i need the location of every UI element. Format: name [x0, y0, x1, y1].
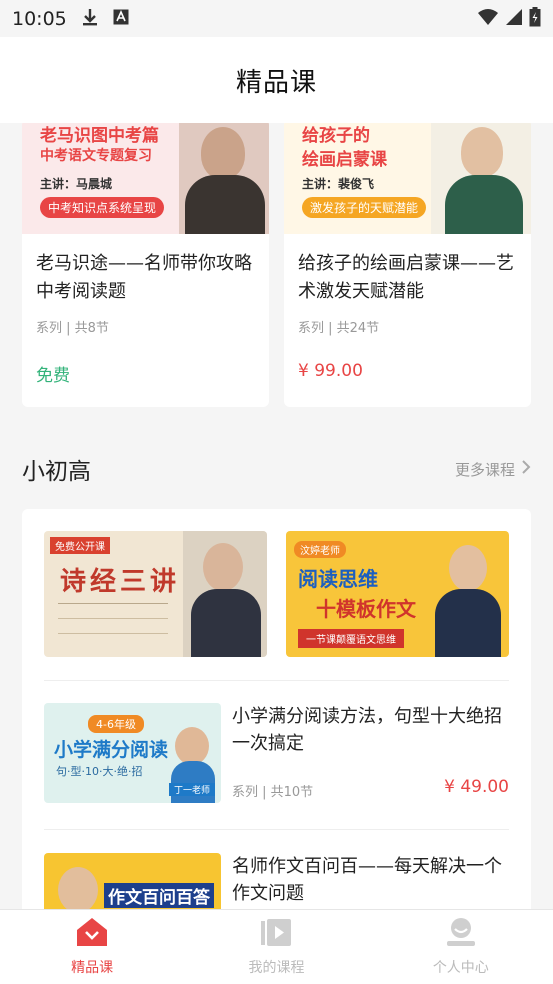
- banner-tagline: 激发孩子的天赋潜能: [302, 197, 427, 218]
- tab-label: 精品课: [71, 960, 114, 976]
- wifi-icon: [477, 8, 499, 30]
- tab-label: 个人中心: [432, 960, 489, 976]
- course-row-reading[interactable]: 4-6年级 小学满分阅读 句·型·10·大·绝·招 丁一老师 小学满分阅读方法，…: [44, 703, 509, 813]
- course-title: 老马识途——名师带你攻略中考阅读题: [36, 253, 252, 302]
- course-title: 给孩子的绘画启蒙课——艺术激发天赋潜能: [298, 253, 514, 302]
- banner-headline: 给孩子的: [302, 126, 370, 146]
- section-header: 小初高 更多课程: [22, 451, 531, 487]
- course-row-composition[interactable]: 作文百问百答 名师作文百问百——每天解决一个作文问题: [44, 853, 509, 909]
- course-meta: 系列 | 共8节: [36, 321, 109, 336]
- course-price: 免费: [36, 366, 70, 386]
- page-title: 精品课: [235, 67, 317, 98]
- course-thumb: 4-6年级 小学满分阅读 句·型·10·大·绝·招 丁一老师: [44, 703, 221, 803]
- content-scroll[interactable]: 老马识图中考篇 中考语文专题复习 主讲：马晨城 中考知识点系统呈现 老马识途——…: [0, 123, 553, 909]
- banner-headline: 老马识图中考篇: [40, 126, 159, 146]
- course-title: 小学满分阅读方法，句型十大绝招一次搞定: [232, 706, 502, 754]
- download-icon: [81, 7, 99, 31]
- course-banner-painting: 给孩子的 绘画启蒙课 主讲：裴俊飞 激发孩子的天赋潜能: [284, 123, 531, 234]
- thumb-subheadline: 句·型·10·大·绝·招: [56, 765, 143, 778]
- banner-reading-thinking[interactable]: 汶婷老师 阅读思维 十模板作文 一节课颠覆语文思维: [286, 531, 509, 657]
- teacher-photo: [58, 867, 98, 909]
- home-icon: [76, 917, 108, 951]
- course-card-laoma[interactable]: 老马识图中考篇 中考语文专题复习 主讲：马晨城 中考知识点系统呈现 老马识途——…: [22, 123, 269, 407]
- banner-tagline: 一节课颠覆语文思维: [298, 629, 404, 648]
- thumb-grade: 4-6年级: [88, 715, 144, 733]
- tab-my-courses[interactable]: 我的课程: [184, 910, 368, 984]
- status-bar: 10:05: [0, 0, 553, 37]
- banner-subheadline: 中考语文专题复习: [40, 148, 152, 164]
- bottom-tab-bar: 精品课 我的课程 个人中心: [0, 909, 553, 984]
- thumb-teacher: 丁一老师: [168, 783, 215, 796]
- teacher-photo: [179, 123, 269, 234]
- divider: [44, 829, 509, 830]
- font-icon: [113, 9, 129, 29]
- chevron-right-icon: [521, 459, 531, 479]
- tab-profile[interactable]: 个人中心: [369, 910, 553, 984]
- banner-subheadline: 十模板作文: [316, 597, 416, 621]
- banner-tag: 免费公开课: [50, 537, 110, 554]
- banner-headline: 诗经三讲: [60, 567, 181, 597]
- banner-subheadline: 绘画启蒙课: [302, 150, 387, 170]
- teacher-photo: [183, 531, 267, 657]
- banner-speaker: 主讲：马晨城: [40, 177, 113, 191]
- tab-featured-courses[interactable]: 精品课: [0, 910, 184, 984]
- banner-shijing[interactable]: 免费公开课 诗经三讲: [44, 531, 267, 657]
- user-icon: [445, 917, 477, 951]
- course-meta: 系列 | 共10节: [232, 785, 314, 800]
- banner-speaker: 主讲：裴俊飞: [302, 177, 375, 191]
- more-courses-label: 更多课程: [454, 460, 515, 479]
- schedule-lines: [58, 603, 168, 649]
- course-price: ¥ 49.00: [444, 777, 509, 797]
- app-header: 精品课: [0, 37, 553, 123]
- thumb-headline: 作文百问百答: [104, 883, 214, 908]
- course-title: 名师作文百问百——每天解决一个作文问题: [232, 856, 502, 904]
- course-card-painting[interactable]: 给孩子的 绘画启蒙课 主讲：裴俊飞 激发孩子的天赋潜能 给孩子的绘画启蒙课——艺…: [284, 123, 531, 407]
- banner-tagline: 中考知识点系统呈现: [40, 197, 165, 218]
- course-banner-laoma: 老马识图中考篇 中考语文专题复习 主讲：马晨城 中考知识点系统呈现: [22, 123, 269, 234]
- course-meta: 系列 | 共24节: [298, 321, 380, 336]
- battery-icon: [529, 6, 541, 31]
- divider: [44, 680, 509, 681]
- thumb-headline: 小学满分阅读: [54, 739, 169, 761]
- course-price: ¥ 99.00: [298, 361, 363, 381]
- course-thumb: 作文百问百答: [44, 853, 221, 909]
- teacher-photo: [431, 123, 531, 234]
- more-courses-link[interactable]: 更多课程: [455, 459, 531, 480]
- signal-icon: [505, 8, 523, 30]
- banner-headline: 阅读思维: [298, 567, 378, 591]
- play-icon: [260, 917, 292, 951]
- teacher-photo: [433, 535, 503, 657]
- section-title: 小初高: [22, 459, 91, 485]
- tab-label: 我的课程: [248, 960, 305, 976]
- section-list: 免费公开课 诗经三讲 汶婷老师 阅读思维 十模板作文 一节课颠覆语文思维 4-6…: [22, 509, 531, 909]
- status-time: 10:05: [12, 7, 67, 30]
- banner-tag: 汶婷老师: [294, 541, 346, 558]
